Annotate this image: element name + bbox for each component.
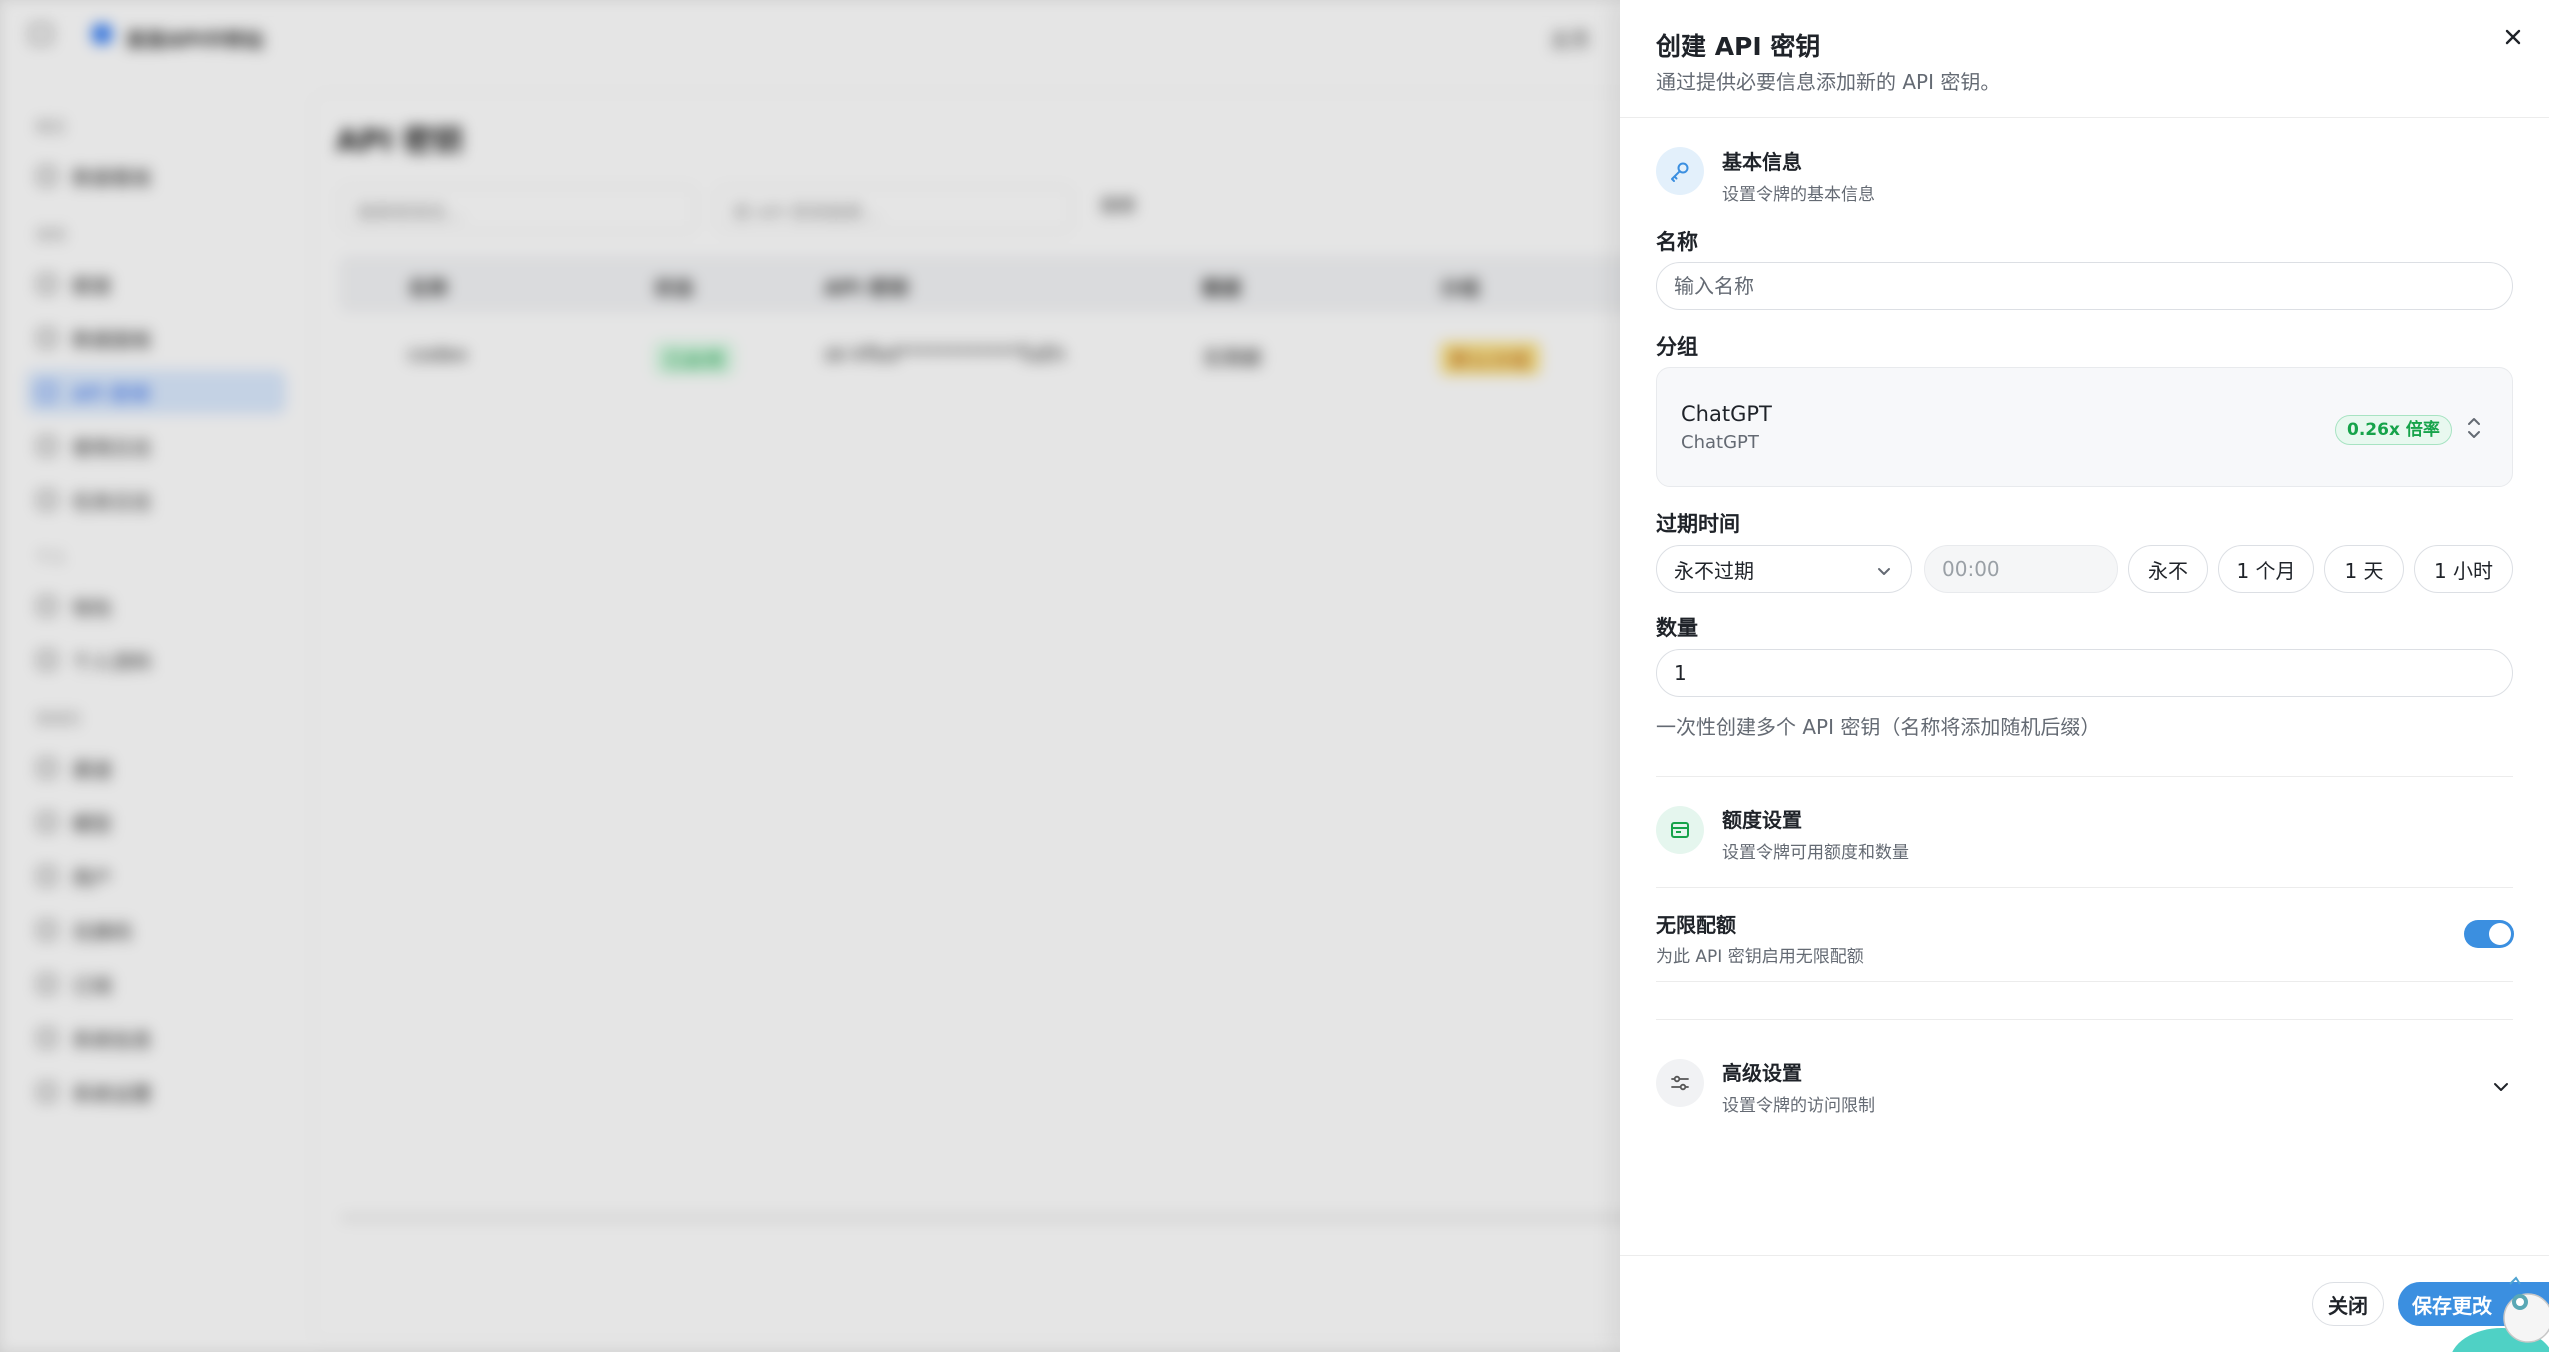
unlimited-quota-toggle[interactable] xyxy=(2464,920,2514,948)
expire-selected: 永不过期 xyxy=(1674,558,1754,583)
group-select[interactable]: ChatGPT ChatGPT 0.26x 倍率 xyxy=(1656,367,2513,487)
chevron-down-icon xyxy=(1875,561,1893,579)
section-desc-basic: 设置令牌的基本信息 xyxy=(1722,185,1875,205)
close-button[interactable]: 关闭 xyxy=(2312,1282,2384,1326)
name-label: 名称 xyxy=(1656,230,1698,254)
create-api-key-drawer: 创建 API 密钥 通过提供必要信息添加新的 API 密钥。 基本信息 设置令牌… xyxy=(1620,0,2549,1352)
section-title-basic: 基本信息 xyxy=(1722,150,1802,174)
section-title-advanced: 高级设置 xyxy=(1722,1061,1802,1085)
unlimited-quota-desc: 为此 API 密钥启用无限配额 xyxy=(1656,947,1864,967)
drawer-header: 创建 API 密钥 通过提供必要信息添加新的 API 密钥。 xyxy=(1620,0,2549,118)
divider xyxy=(1656,981,2513,982)
expire-never-button[interactable]: 永不 xyxy=(2128,545,2208,593)
chevrons-up-down-icon xyxy=(2465,414,2483,442)
ratio-badge: 0.26x 倍率 xyxy=(2335,415,2452,445)
expire-1-day-button[interactable]: 1 天 xyxy=(2324,545,2404,593)
key-icon xyxy=(1656,147,1704,195)
group-subtitle: ChatGPT xyxy=(1681,432,1759,453)
divider xyxy=(1656,776,2513,777)
expire-time-input[interactable]: 00:00 xyxy=(1924,545,2118,593)
wallet-icon xyxy=(1656,806,1704,854)
sliders-icon xyxy=(1656,1059,1704,1107)
divider xyxy=(1656,1019,2513,1020)
close-icon[interactable] xyxy=(2498,22,2528,52)
divider xyxy=(1656,887,2513,888)
expire-1-month-button[interactable]: 1 个月 xyxy=(2218,545,2314,593)
unlimited-quota-title: 无限配额 xyxy=(1656,913,1736,937)
expire-1-hour-button[interactable]: 1 小时 xyxy=(2414,545,2513,593)
chevron-down-icon[interactable] xyxy=(2490,1076,2512,1098)
name-input[interactable] xyxy=(1656,262,2513,310)
toggle-knob xyxy=(2489,923,2511,945)
drawer-title: 创建 API 密钥 xyxy=(1656,32,1821,61)
section-desc-quota: 设置令牌可用额度和数量 xyxy=(1722,843,1909,863)
count-input[interactable] xyxy=(1656,649,2513,697)
drawer-subtitle: 通过提供必要信息添加新的 API 密钥。 xyxy=(1656,70,2001,94)
group-label: 分组 xyxy=(1656,335,1698,359)
section-desc-advanced: 设置令牌的访问限制 xyxy=(1722,1096,1875,1116)
expire-select[interactable]: 永不过期 xyxy=(1656,545,1912,593)
group-name: ChatGPT xyxy=(1681,402,1772,426)
mascot-image xyxy=(2450,1276,2549,1352)
drawer-footer: 关闭 保存更改 xyxy=(1620,1255,2549,1352)
expire-label: 过期时间 xyxy=(1656,512,1740,536)
count-help-text: 一次性创建多个 API 密钥（名称将添加随机后缀） xyxy=(1656,715,2101,739)
count-label: 数量 xyxy=(1656,616,1698,640)
section-title-quota: 额度设置 xyxy=(1722,808,1802,832)
